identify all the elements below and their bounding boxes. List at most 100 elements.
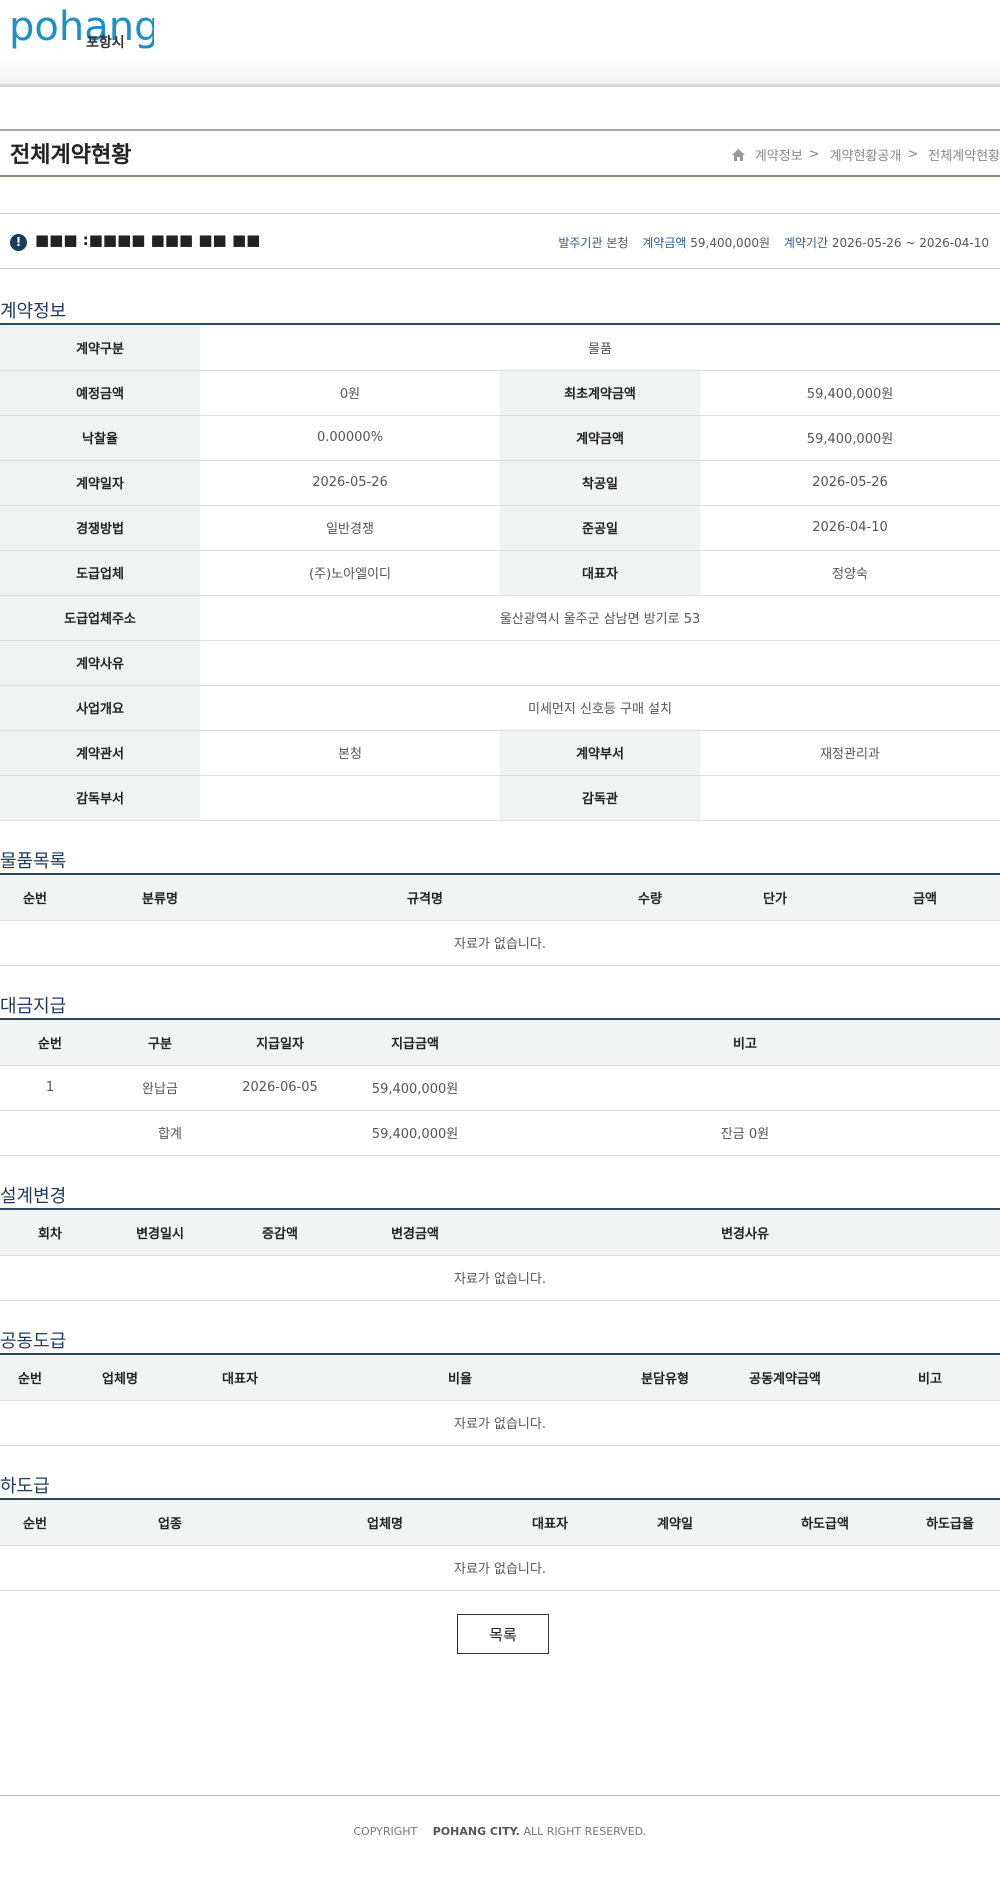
- joint-table: 순번 업체명 대표자 비율 분담유형 공동계약금액 비고 자료가 없습니다.: [0, 1355, 1000, 1446]
- label-office: 계약관서: [0, 730, 200, 776]
- logo-subtitle: 포항시: [86, 35, 125, 51]
- value-end-date: 2026-04-10: [700, 505, 1000, 551]
- page-title: 전체계약현황: [10, 143, 132, 168]
- breadcrumb-separator: >: [907, 147, 919, 162]
- site-header: pohang 포항시: [0, 0, 1000, 87]
- table-row: 경쟁방법 일반경쟁 준공일 2026-04-10: [0, 505, 1000, 551]
- label-method: 경쟁방법: [0, 505, 200, 551]
- column-header: 순번: [0, 1355, 60, 1401]
- value-contract-date: 2026-05-26: [200, 460, 500, 506]
- empty-message: 자료가 없습니다.: [0, 1545, 1000, 1591]
- label-overview: 사업개요: [0, 685, 200, 731]
- column-header: 금액: [850, 875, 1000, 921]
- value-contract-amount: 59,400,000원: [700, 415, 1000, 461]
- table-header-row: 회차 변경일시 증감액 변경금액 변경사유: [0, 1210, 1000, 1256]
- table-header-row: 순번 업종 업체명 대표자 계약일 하도급액 하도급율: [0, 1500, 1000, 1546]
- column-header: 분류명: [70, 875, 250, 921]
- breadcrumb-item-2[interactable]: 계약현황공개: [830, 145, 902, 164]
- goods-table: 순번 분류명 규격명 수량 단가 금액 자료가 없습니다.: [0, 875, 1000, 966]
- list-button[interactable]: 목록: [457, 1614, 549, 1654]
- column-header: 지급금액: [340, 1020, 490, 1066]
- column-header: 업체명: [60, 1355, 180, 1401]
- footer-org: POHANG CITY.: [432, 1825, 520, 1838]
- table-row: 계약사유: [0, 640, 1000, 686]
- agency-value: 본청: [606, 236, 629, 250]
- table-header-row: 순번 분류명 규격명 수량 단가 금액: [0, 875, 1000, 921]
- value-overview: 미세먼지 신호등 구매 설치: [200, 685, 1000, 731]
- contract-summary: ! ■■■ :■■■■ ■■■ ■■ ■■ 발주기관 본청 계약금액 59,40…: [0, 213, 1000, 269]
- payment-table: 순번 구분 지급일자 지급금액 비고 1 완납금 2026-06-05 59,4…: [0, 1020, 1000, 1156]
- column-header: 단가: [700, 875, 850, 921]
- label-end-date: 준공일: [500, 505, 700, 551]
- value-supervisor: [700, 775, 1000, 821]
- table-row: 사업개요 미세먼지 신호등 구매 설치: [0, 685, 1000, 731]
- label-contract-amount: 계약금액: [500, 415, 700, 461]
- value-start-date: 2026-05-26: [700, 460, 1000, 506]
- breadcrumb-item-3[interactable]: 전체계약현황: [928, 145, 1000, 164]
- table-row: 계약관서 본청 계약부서 재정관리과: [0, 730, 1000, 776]
- label-bid-rate: 낙찰율: [0, 415, 200, 461]
- value-method: 일반경쟁: [200, 505, 500, 551]
- label-start-date: 착공일: [500, 460, 700, 506]
- column-header: 비고: [860, 1355, 1000, 1401]
- table-header-row: 순번 구분 지급일자 지급금액 비고: [0, 1020, 1000, 1066]
- table-header-row: 순번 업체명 대표자 비율 분담유형 공동계약금액 비고: [0, 1355, 1000, 1401]
- table-row: 계약구분 물품: [0, 325, 1000, 371]
- label-dept: 계약부서: [500, 730, 700, 776]
- table-row: 도급업체주소 울산광역시 울주군 삼남면 방기로 53: [0, 595, 1000, 641]
- cell-number: 1: [0, 1065, 100, 1111]
- column-header: 규격명: [250, 875, 600, 921]
- value-dept: 재정관리과: [700, 730, 1000, 776]
- table-row: 자료가 없습니다.: [0, 1545, 1000, 1591]
- label-contract-date: 계약일자: [0, 460, 200, 506]
- logo-text: pohang: [9, 6, 154, 50]
- column-header: 변경일시: [100, 1210, 220, 1256]
- column-header: 하도급액: [750, 1500, 900, 1546]
- total-amount: 59,400,000원: [340, 1110, 490, 1156]
- table-total-row: 합계 59,400,000원 잔금 0원: [0, 1110, 1000, 1156]
- amount-value: 59,400,000원: [690, 236, 770, 250]
- footer-copyright: COPYRIGHT: [353, 1825, 418, 1838]
- home-icon[interactable]: [731, 148, 745, 161]
- footer-divider: [0, 1795, 1000, 1796]
- cell-type: 완납금: [100, 1065, 220, 1111]
- cell-date: 2026-06-05: [220, 1065, 340, 1111]
- empty-message: 자료가 없습니다.: [0, 920, 1000, 966]
- design-change-table: 회차 변경일시 증감액 변경금액 변경사유 자료가 없습니다.: [0, 1210, 1000, 1301]
- balance-amount: 잔금 0원: [490, 1110, 1000, 1156]
- label-type: 계약구분: [0, 325, 200, 371]
- label-supervisor: 감독관: [500, 775, 700, 821]
- column-header: 증감액: [220, 1210, 340, 1256]
- value-company: (주)노아엘이디: [200, 550, 500, 596]
- amount-label: 계약금액: [642, 236, 687, 250]
- section-title-goods: 물품목록: [0, 851, 67, 872]
- table-row: 감독부서 감독관: [0, 775, 1000, 821]
- section-title-design-change: 설계변경: [0, 1186, 67, 1207]
- value-bid-rate: 0.00000%: [200, 415, 500, 461]
- table-row: 낙찰율 0.00000% 계약금액 59,400,000원: [0, 415, 1000, 461]
- column-header: 변경사유: [490, 1210, 1000, 1256]
- cell-note: [490, 1065, 1000, 1111]
- value-estimated-amount: 0원: [200, 370, 500, 416]
- cell-empty: [220, 1110, 340, 1156]
- breadcrumb-item-1[interactable]: 계약정보: [755, 145, 803, 164]
- footer: COPYRIGHT POHANG CITY. ALL RIGHT RESERVE…: [0, 1825, 1000, 1838]
- footer-rights: ALL RIGHT RESERVED.: [523, 1825, 647, 1838]
- column-header: 업체명: [270, 1500, 500, 1546]
- table-row: 1 완납금 2026-06-05 59,400,000원: [0, 1065, 1000, 1111]
- value-supervision-dept: [200, 775, 500, 821]
- pohang-logo[interactable]: pohang: [9, 6, 154, 56]
- column-header: 회차: [0, 1210, 100, 1256]
- value-office: 본청: [200, 730, 500, 776]
- column-header: 공동계약금액: [710, 1355, 860, 1401]
- exclamation-icon: !: [10, 234, 27, 251]
- table-row: 예정금액 0원 최초계약금액 59,400,000원: [0, 370, 1000, 416]
- table-row: 도급업체 (주)노아엘이디 대표자 정양숙: [0, 550, 1000, 596]
- value-ceo: 정양숙: [700, 550, 1000, 596]
- table-row: 자료가 없습니다.: [0, 1255, 1000, 1301]
- column-header: 지급일자: [220, 1020, 340, 1066]
- total-label: 합계: [0, 1110, 220, 1156]
- empty-message: 자료가 없습니다.: [0, 1400, 1000, 1446]
- breadcrumb-separator: >: [808, 147, 820, 162]
- period-value: 2026-05-26 ~ 2026-04-10: [831, 236, 989, 250]
